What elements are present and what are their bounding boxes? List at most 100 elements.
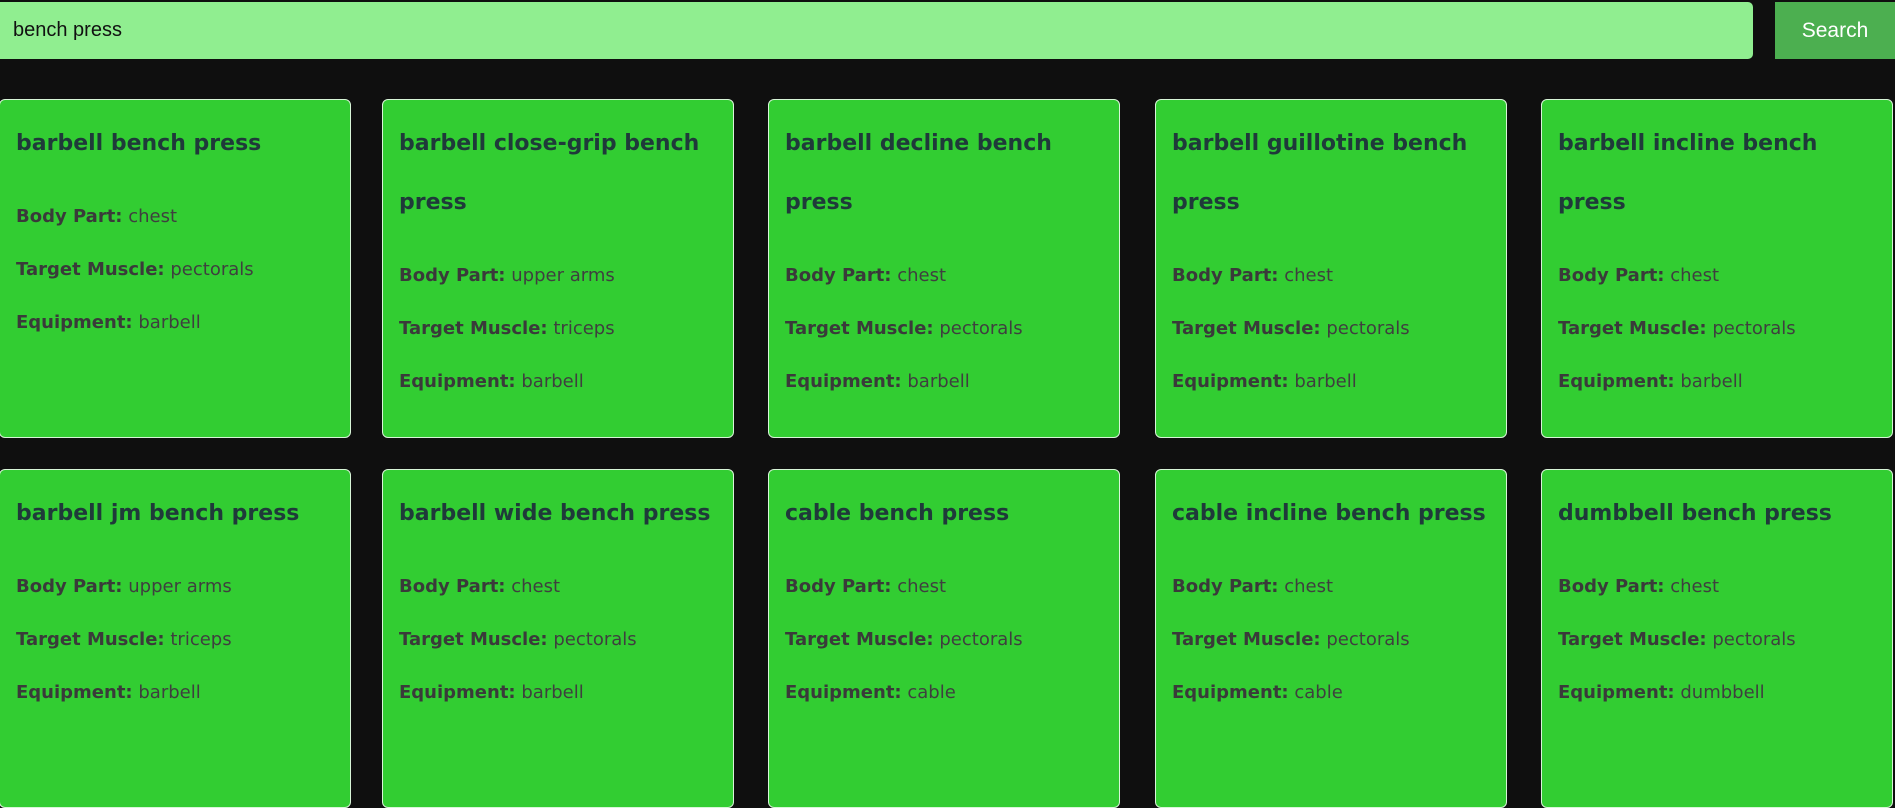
target-muscle-value: triceps <box>170 629 232 650</box>
body-part-value: chest <box>1284 576 1334 597</box>
body-part-row: Body Part: chest <box>399 560 717 613</box>
exercise-name: barbell wide bench press <box>399 501 711 526</box>
target-muscle-label: Target Muscle: <box>1558 318 1707 339</box>
exercise-card[interactable]: barbell bench press Body Part: chest Tar… <box>0 99 351 438</box>
body-part-value: upper arms <box>511 265 615 286</box>
body-part-label: Body Part: <box>1172 576 1279 597</box>
body-part-label: Body Part: <box>399 265 506 286</box>
equipment-row: Equipment: barbell <box>399 355 717 408</box>
target-muscle-row: Target Muscle: pectorals <box>1558 302 1876 355</box>
body-part-row: Body Part: chest <box>1172 560 1490 613</box>
body-part-row: Body Part: chest <box>1172 249 1490 302</box>
exercise-card[interactable]: cable incline bench press Body Part: che… <box>1155 469 1507 808</box>
exercise-name: barbell close-grip bench press <box>399 131 700 215</box>
exercise-name: barbell jm bench press <box>16 501 300 526</box>
exercise-card[interactable]: dumbbell bench press Body Part: chest Ta… <box>1541 469 1893 808</box>
equipment-row: Equipment: barbell <box>399 666 717 719</box>
equipment-row: Equipment: dumbbell <box>1558 666 1876 719</box>
target-muscle-label: Target Muscle: <box>16 259 165 280</box>
body-part-row: Body Part: upper arms <box>16 560 334 613</box>
body-part-label: Body Part: <box>1172 265 1279 286</box>
body-part-value: chest <box>511 576 561 597</box>
equipment-row: Equipment: cable <box>1172 666 1490 719</box>
target-muscle-value: pectorals <box>1326 318 1410 339</box>
equipment-value: barbell <box>138 682 201 703</box>
equipment-label: Equipment: <box>1558 682 1675 703</box>
equipment-label: Equipment: <box>16 312 133 333</box>
body-part-label: Body Part: <box>1558 576 1665 597</box>
equipment-label: Equipment: <box>1558 371 1675 392</box>
equipment-row: Equipment: barbell <box>16 296 334 349</box>
exercise-name: dumbbell bench press <box>1558 501 1832 526</box>
equipment-label: Equipment: <box>1172 682 1289 703</box>
target-muscle-row: Target Muscle: triceps <box>399 302 717 355</box>
exercise-card[interactable]: barbell close-grip bench press Body Part… <box>382 99 734 438</box>
body-part-value: upper arms <box>128 576 232 597</box>
body-part-label: Body Part: <box>16 576 123 597</box>
target-muscle-value: pectorals <box>939 318 1023 339</box>
body-part-row: Body Part: chest <box>16 190 334 243</box>
target-muscle-label: Target Muscle: <box>785 629 934 650</box>
exercise-card[interactable]: barbell wide bench press Body Part: ches… <box>382 469 734 808</box>
exercise-name: cable bench press <box>785 501 1010 526</box>
body-part-row: Body Part: chest <box>785 560 1103 613</box>
equipment-label: Equipment: <box>785 371 902 392</box>
equipment-value: barbell <box>1680 371 1743 392</box>
target-muscle-value: pectorals <box>939 629 1023 650</box>
equipment-value: cable <box>907 682 956 703</box>
target-muscle-label: Target Muscle: <box>399 318 548 339</box>
body-part-row: Body Part: chest <box>1558 249 1876 302</box>
body-part-row: Body Part: upper arms <box>399 249 717 302</box>
exercise-name: barbell guillotine bench press <box>1172 131 1468 215</box>
equipment-value: barbell <box>907 371 970 392</box>
equipment-label: Equipment: <box>399 371 516 392</box>
equipment-row: Equipment: barbell <box>1558 355 1876 408</box>
target-muscle-value: pectorals <box>553 629 637 650</box>
body-part-row: Body Part: chest <box>1558 560 1876 613</box>
equipment-value: cable <box>1294 682 1343 703</box>
target-muscle-row: Target Muscle: triceps <box>16 613 334 666</box>
exercise-card[interactable]: barbell guillotine bench press Body Part… <box>1155 99 1507 438</box>
target-muscle-label: Target Muscle: <box>399 629 548 650</box>
equipment-row: Equipment: cable <box>785 666 1103 719</box>
equipment-row: Equipment: barbell <box>785 355 1103 408</box>
body-part-label: Body Part: <box>399 576 506 597</box>
target-muscle-row: Target Muscle: pectorals <box>785 302 1103 355</box>
equipment-label: Equipment: <box>399 682 516 703</box>
exercise-results-grid: barbell bench press Body Part: chest Tar… <box>0 0 1895 808</box>
exercise-name: cable incline bench press <box>1172 501 1486 526</box>
exercise-card[interactable]: barbell jm bench press Body Part: upper … <box>0 469 351 808</box>
target-muscle-row: Target Muscle: pectorals <box>1558 613 1876 666</box>
equipment-label: Equipment: <box>785 682 902 703</box>
equipment-value: dumbbell <box>1680 682 1765 703</box>
target-muscle-label: Target Muscle: <box>1172 318 1321 339</box>
body-part-value: chest <box>128 206 178 227</box>
equipment-label: Equipment: <box>16 682 133 703</box>
target-muscle-value: pectorals <box>1712 318 1796 339</box>
target-muscle-row: Target Muscle: pectorals <box>785 613 1103 666</box>
body-part-value: chest <box>897 265 947 286</box>
body-part-label: Body Part: <box>785 576 892 597</box>
target-muscle-label: Target Muscle: <box>1558 629 1707 650</box>
target-muscle-value: triceps <box>553 318 615 339</box>
equipment-value: barbell <box>521 682 584 703</box>
target-muscle-label: Target Muscle: <box>785 318 934 339</box>
target-muscle-value: pectorals <box>1326 629 1410 650</box>
body-part-row: Body Part: chest <box>785 249 1103 302</box>
target-muscle-value: pectorals <box>170 259 254 280</box>
exercise-card[interactable]: barbell decline bench press Body Part: c… <box>768 99 1120 438</box>
target-muscle-row: Target Muscle: pectorals <box>1172 302 1490 355</box>
body-part-label: Body Part: <box>785 265 892 286</box>
body-part-label: Body Part: <box>16 206 123 227</box>
target-muscle-row: Target Muscle: pectorals <box>1172 613 1490 666</box>
body-part-label: Body Part: <box>1558 265 1665 286</box>
target-muscle-label: Target Muscle: <box>1172 629 1321 650</box>
body-part-value: chest <box>1670 265 1720 286</box>
exercise-card[interactable]: cable bench press Body Part: chest Targe… <box>768 469 1120 808</box>
equipment-value: barbell <box>138 312 201 333</box>
equipment-row: Equipment: barbell <box>16 666 334 719</box>
equipment-value: barbell <box>521 371 584 392</box>
exercise-name: barbell incline bench press <box>1558 131 1818 215</box>
target-muscle-label: Target Muscle: <box>16 629 165 650</box>
exercise-card[interactable]: barbell incline bench press Body Part: c… <box>1541 99 1893 438</box>
